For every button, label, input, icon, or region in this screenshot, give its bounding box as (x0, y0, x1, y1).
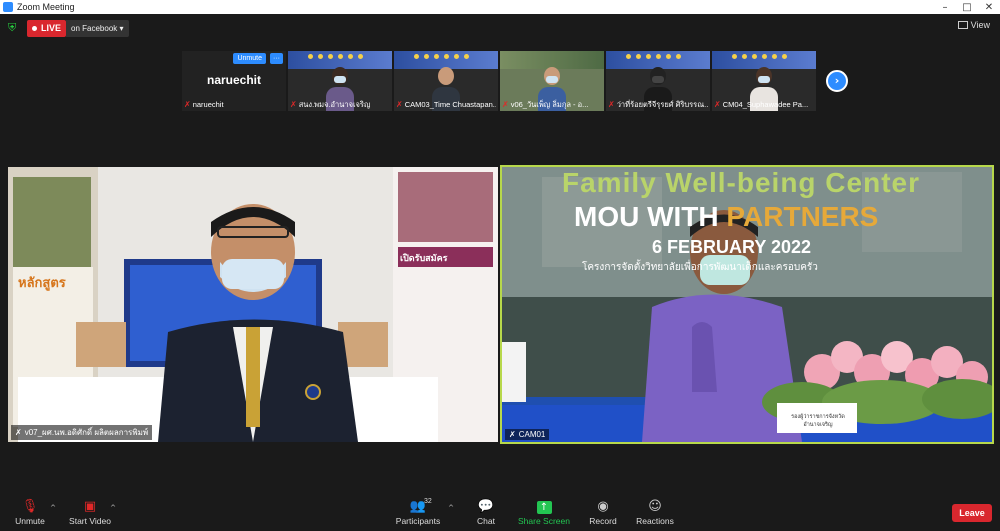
participant-tile[interactable]: ✗ v06_วันเพ็ญ ลิ่มกุล - อ... (500, 51, 604, 111)
chevron-up-icon[interactable]: ^ (50, 504, 56, 512)
share-screen-label: Share Screen (518, 516, 570, 526)
participant-label-text: สนง.พมจ.อำนาจเจริญ (298, 99, 371, 109)
video-label-text: CAM01 (518, 430, 546, 439)
window-title: Zoom Meeting (17, 2, 75, 12)
participant-tile-self[interactable]: Unmute ··· naruechit ✗ naruechit (182, 51, 286, 111)
participant-label: ✗ CAM03_Time Chuastapan... (396, 99, 496, 110)
video-label-text: v07_ผศ.นพ.อดิศักดิ์ ผลิตผลการพิมพ์ (24, 428, 149, 437)
muted-mic-icon: ✗ (502, 100, 509, 109)
chat-icon: 💬 (477, 499, 495, 514)
muted-mic-icon: ✗ (509, 430, 516, 439)
maximize-button[interactable]: □ (956, 2, 978, 13)
minimize-button[interactable]: – (934, 2, 956, 13)
grid-view-icon (957, 21, 968, 29)
zoom-app-icon (3, 2, 13, 12)
participants-button[interactable]: 👥 32 ^ Participants (388, 498, 454, 526)
meeting-toolbar: 🎙 ^ Unmute ▣ ^ Start Video 👥 32 ^ Partic… (0, 495, 1000, 531)
participant-label-text: CAM03_Time Chuastapan... (404, 100, 496, 109)
muted-mic-icon: ✗ (714, 100, 721, 109)
reactions-button[interactable]: ☺ Reactions (625, 498, 685, 526)
muted-mic-icon: ✗ (15, 428, 22, 437)
slide-line-2: MOU WITH PARTNERS (574, 201, 878, 233)
participants-icon: 👥 (409, 499, 427, 514)
participant-label-text: naruechit (192, 100, 224, 109)
window-title-bar: Zoom Meeting – □ ✕ (0, 0, 1000, 14)
unmute-button[interactable]: 🎙 ^ Unmute (0, 498, 60, 526)
chat-button[interactable]: 💬 Chat (456, 498, 516, 526)
muted-mic-icon: ✗ (290, 100, 297, 109)
chevron-up-icon[interactable]: ^ (448, 504, 454, 512)
live-badge[interactable]: LIVE (27, 19, 67, 37)
muted-mic-icon: ✗ (396, 100, 403, 109)
chevron-up-icon[interactable]: ^ (110, 504, 116, 512)
participant-strip: Unmute ··· naruechit ✗ naruechit ✗ สนง.พ… (182, 51, 816, 111)
slide-line-2b: PARTNERS (726, 201, 879, 232)
participant-label: ✗ v06_วันเพ็ญ ลิ่มกุล - อ... (502, 99, 602, 110)
record-icon: ◉ (597, 499, 609, 514)
main-video-left[interactable]: หลักสูตร เปิดรับสมัคร ✗ v07_ผศ.นพ.อดิศัก… (8, 167, 498, 442)
reactions-label: Reactions (636, 516, 674, 526)
main-video-right-active[interactable]: Family Well-being Center MOU WITH PARTNE… (500, 165, 994, 444)
participant-tile[interactable]: ✗ สนง.พมจ.อำนาจเจริญ (288, 51, 392, 111)
participant-display-name: naruechit (206, 73, 261, 87)
next-page-arrow-icon[interactable]: › (826, 70, 848, 92)
reactions-icon: ☺ (648, 499, 662, 514)
muted-mic-icon: ✗ (184, 100, 191, 109)
slide-line-2a: MOU WITH (574, 201, 727, 232)
slide-line-4: โครงการจัดตั้งวิทยาลัยเพื่อการพัฒนาเด็กแ… (582, 262, 818, 273)
tile-unmute-button[interactable]: Unmute (233, 53, 266, 64)
poster-recruit-banner: เปิดรับสมัคร (400, 253, 448, 263)
slide-line-1: Family Well-being Center (562, 167, 920, 198)
participant-label-text: v06_วันเพ็ญ ลิ่มกุล - อ... (510, 99, 589, 109)
leave-button[interactable]: Leave (952, 504, 992, 522)
participant-tile[interactable]: ✗ CAM03_Time Chuastapan... (394, 51, 498, 111)
video-label: ✗ v07_ผศ.นพ.อดิศักดิ์ ผลิตผลการพิมพ์ (11, 425, 153, 440)
participant-tile[interactable]: ✗ CM04_Suphawadee Pa... (712, 51, 816, 111)
close-window-button[interactable]: ✕ (978, 2, 1000, 13)
participant-label: ✗ naruechit (184, 99, 284, 110)
tile-more-button[interactable]: ··· (270, 53, 283, 64)
view-button[interactable]: View (957, 20, 990, 30)
nameplate: รองผู้ว่าราชการจังหวัดอำนาจเจริญ (791, 414, 845, 428)
participant-label: ✗ สนง.พมจ.อำนาจเจริญ (290, 99, 390, 110)
participant-label: ✗ CM04_Suphawadee Pa... (714, 99, 814, 110)
participant-label-text: CM04_Suphawadee Pa... (722, 100, 809, 109)
participant-label-text: ว่าที่ร้อยตรีจีรุรยศ์ ศิริบรรณ... (616, 99, 708, 109)
participant-tile[interactable]: ✗ ว่าที่ร้อยตรีจีรุรยศ์ ศิริบรรณ... (606, 51, 710, 111)
muted-mic-icon: ✗ (608, 100, 615, 109)
stream-target-dropdown[interactable]: on Facebook ▾ (66, 19, 129, 37)
slide-line-3: 6 FEBRUARY 2022 (652, 237, 812, 257)
record-label: Record (589, 516, 617, 526)
participant-label: ✗ ว่าที่ร้อยตรีจีรุรยศ์ ศิริบรรณ... (608, 99, 708, 110)
start-video-label: Start Video (69, 516, 111, 526)
meeting-top-bar: ⛨ LIVE on Facebook ▾ View (0, 14, 1000, 42)
record-button[interactable]: ◉ Record (573, 498, 633, 526)
unmute-label: Unmute (15, 516, 45, 526)
participants-label: Participants (395, 516, 441, 526)
live-label: LIVE (41, 23, 62, 33)
view-label: View (970, 20, 990, 30)
poster-title: หลักสูตร (18, 275, 66, 290)
video-label: ✗ CAM01 (505, 429, 550, 440)
chat-label: Chat (477, 516, 495, 526)
live-dot-icon (32, 25, 37, 31)
shield-icon[interactable]: ⛨ (8, 22, 19, 34)
share-screen-button[interactable]: ↑ Share Screen (514, 498, 574, 526)
participants-count: 32 (424, 498, 432, 505)
share-screen-icon: ↑ (514, 498, 574, 516)
start-video-button[interactable]: ▣ ^ Start Video (60, 498, 120, 526)
video-scene-left (8, 167, 498, 442)
